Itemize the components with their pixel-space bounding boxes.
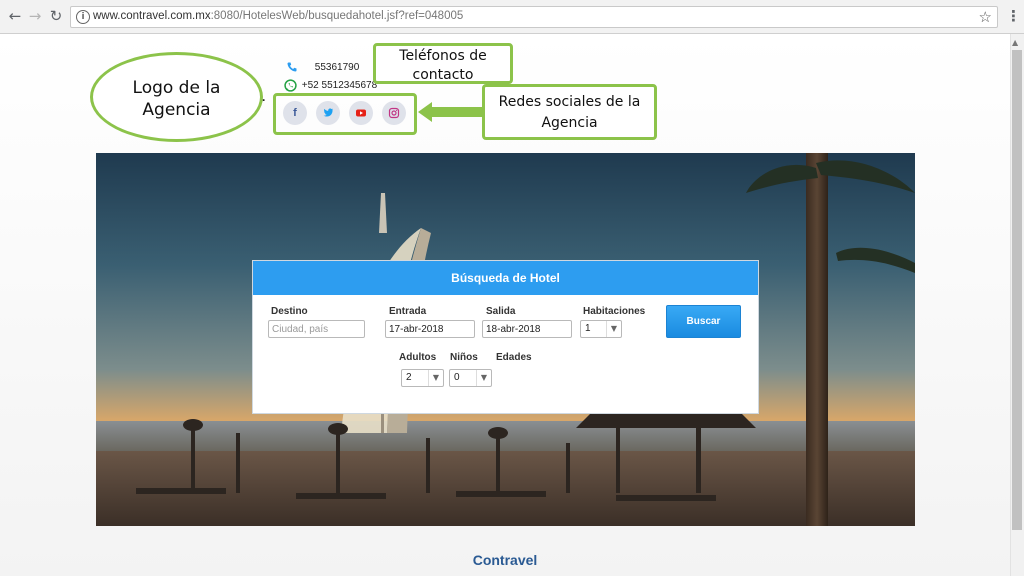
- phone-icon: [287, 62, 297, 72]
- browser-menu-icon[interactable]: ⋮: [1006, 7, 1021, 25]
- chevron-down-icon: ▼: [606, 321, 621, 337]
- ninos-select[interactable]: 0 ▼: [449, 369, 492, 387]
- destino-label: Destino: [271, 306, 308, 317]
- star-bookmark-icon[interactable]: ☆: [979, 8, 992, 26]
- entrada-label: Entrada: [389, 306, 427, 317]
- chevron-down-icon: ▼: [428, 370, 443, 386]
- logo-annotation-text: Logo de la Agencia: [132, 78, 221, 120]
- phones-annotation: Teléfonos de contacto: [373, 43, 513, 84]
- search-button[interactable]: Buscar: [666, 305, 741, 338]
- back-arrow-icon[interactable]: ←: [6, 7, 24, 25]
- habitaciones-select[interactable]: 1 ▼: [580, 320, 622, 338]
- url-host: www.contravel.com.mx: [93, 10, 211, 22]
- social-annotation-text: Redes sociales de la Agencia: [498, 94, 641, 131]
- browser-toolbar: ← → ↻ i www.contravel.com.mx:8080/Hotele…: [0, 0, 1024, 34]
- ninos-value: 0: [454, 372, 460, 383]
- ninos-label: Niños: [450, 352, 478, 363]
- scrollbar-thumb[interactable]: [1012, 50, 1022, 530]
- footer-brand: Contravel: [472, 552, 538, 568]
- search-card-title: Búsqueda de Hotel: [253, 261, 758, 295]
- logo-annotation: Logo de la Agencia: [90, 52, 263, 142]
- hotel-search-card: Búsqueda de Hotel Destino Entrada Salida…: [252, 260, 759, 414]
- palm-fronds: [746, 160, 915, 273]
- forward-arrow-icon[interactable]: →: [26, 7, 44, 25]
- social-highlight-box: [273, 93, 417, 135]
- destino-input[interactable]: [268, 320, 365, 338]
- info-icon[interactable]: i: [76, 10, 90, 24]
- salida-date-input[interactable]: [482, 320, 572, 338]
- habitaciones-label: Habitaciones: [583, 306, 646, 317]
- logo-placeholder-dot: .: [262, 90, 266, 104]
- adultos-select[interactable]: 2 ▼: [401, 369, 444, 387]
- whatsapp-number: +52 5512345678: [301, 80, 378, 92]
- chevron-down-icon: ▼: [476, 370, 491, 386]
- phones-annotation-text: Teléfonos de contacto: [399, 48, 487, 83]
- hero-banner-image: Búsqueda de Hotel Destino Entrada Salida…: [96, 153, 915, 526]
- whatsapp-contact: +52 5512345678: [284, 79, 377, 93]
- adultos-label: Adultos: [399, 352, 437, 363]
- phone-contact: 55361790: [286, 61, 359, 75]
- scroll-up-arrow-icon[interactable]: ▲: [1012, 38, 1018, 47]
- address-bar[interactable]: i www.contravel.com.mx:8080/HotelesWeb/b…: [70, 6, 998, 28]
- habitaciones-value: 1: [585, 323, 591, 334]
- entrada-date-input[interactable]: [385, 320, 475, 338]
- social-annotation: Redes sociales de la Agencia: [482, 84, 657, 140]
- callout-arrow-icon: [418, 102, 486, 122]
- phone-number: 55361790: [314, 61, 360, 73]
- edades-label: Edades: [496, 352, 532, 363]
- url-path: :8080/HotelesWeb/busquedahotel.jsf?ref=0…: [210, 10, 464, 22]
- url-text: www.contravel.com.mx:8080/HotelesWeb/bus…: [93, 10, 463, 22]
- salida-label: Salida: [486, 306, 516, 317]
- reload-icon[interactable]: ↻: [47, 7, 65, 25]
- whatsapp-icon: [284, 79, 297, 92]
- adultos-value: 2: [406, 372, 412, 383]
